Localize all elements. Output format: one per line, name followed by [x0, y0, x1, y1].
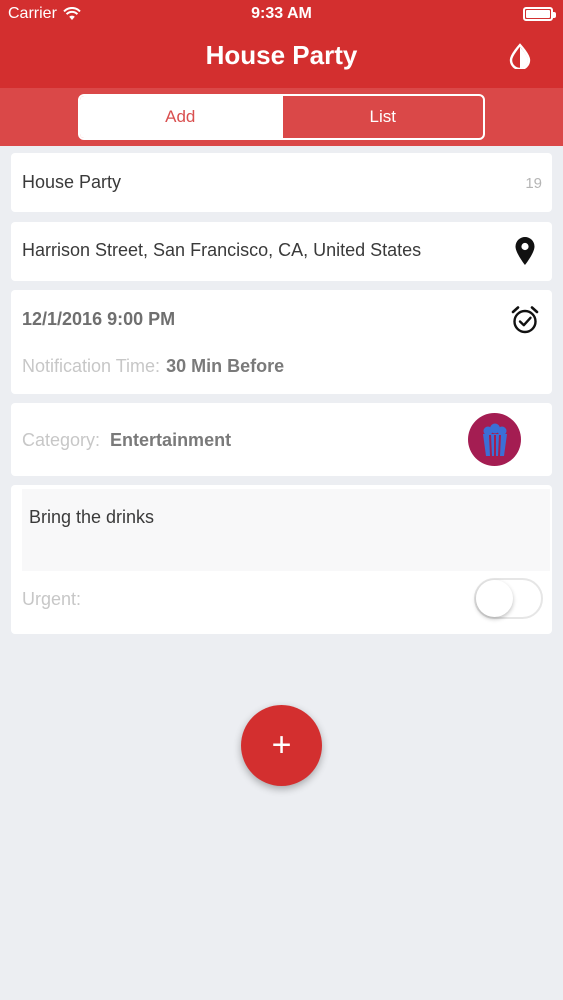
- page-title: House Party: [205, 40, 358, 70]
- battery-icon: [523, 7, 556, 21]
- status-bar: Carrier 9:33 AM: [0, 0, 563, 30]
- urgent-label: Urgent:: [22, 589, 82, 609]
- notes-card: Bring the drinks Urgent:: [11, 485, 552, 634]
- category-badge[interactable]: [468, 413, 521, 466]
- header: Carrier 9:33 AM House Party Add List: [0, 0, 563, 146]
- tab-list[interactable]: List: [280, 96, 484, 138]
- notification-label: Notification Time:: [22, 356, 161, 376]
- segment-bar: Add List: [0, 88, 563, 146]
- drop-icon[interactable]: [507, 43, 533, 69]
- category-row[interactable]: Category: Entertainment: [22, 430, 231, 451]
- add-button[interactable]: +: [241, 705, 322, 786]
- title-card: House Party 19: [11, 153, 552, 212]
- notification-row[interactable]: Notification Time: 30 Min Before: [22, 356, 284, 377]
- segmented-control: Add List: [78, 94, 485, 140]
- character-count: 19: [525, 175, 542, 192]
- date-time-field[interactable]: 12/1/2016 9:00 PM: [22, 309, 175, 330]
- category-value[interactable]: Entertainment: [110, 430, 231, 450]
- category-label: Category:: [22, 430, 101, 450]
- toggle-knob: [476, 580, 513, 617]
- urgent-toggle[interactable]: [474, 578, 543, 619]
- notification-value[interactable]: 30 Min Before: [166, 356, 284, 376]
- alarm-clock-icon[interactable]: [510, 305, 540, 335]
- tab-add[interactable]: Add: [80, 96, 281, 138]
- popcorn-icon: [482, 423, 507, 456]
- category-card: Category: Entertainment: [11, 403, 552, 476]
- notes-textarea[interactable]: Bring the drinks: [22, 489, 550, 571]
- location-field[interactable]: Harrison Street, San Francisco, CA, Unit…: [22, 240, 421, 261]
- location-card: Harrison Street, San Francisco, CA, Unit…: [11, 222, 552, 281]
- status-time: 9:33 AM: [251, 5, 312, 22]
- date-card: 12/1/2016 9:00 PM Notification Time: 30 M…: [11, 290, 552, 394]
- title-field[interactable]: House Party: [22, 172, 121, 193]
- map-pin-icon[interactable]: [514, 236, 536, 266]
